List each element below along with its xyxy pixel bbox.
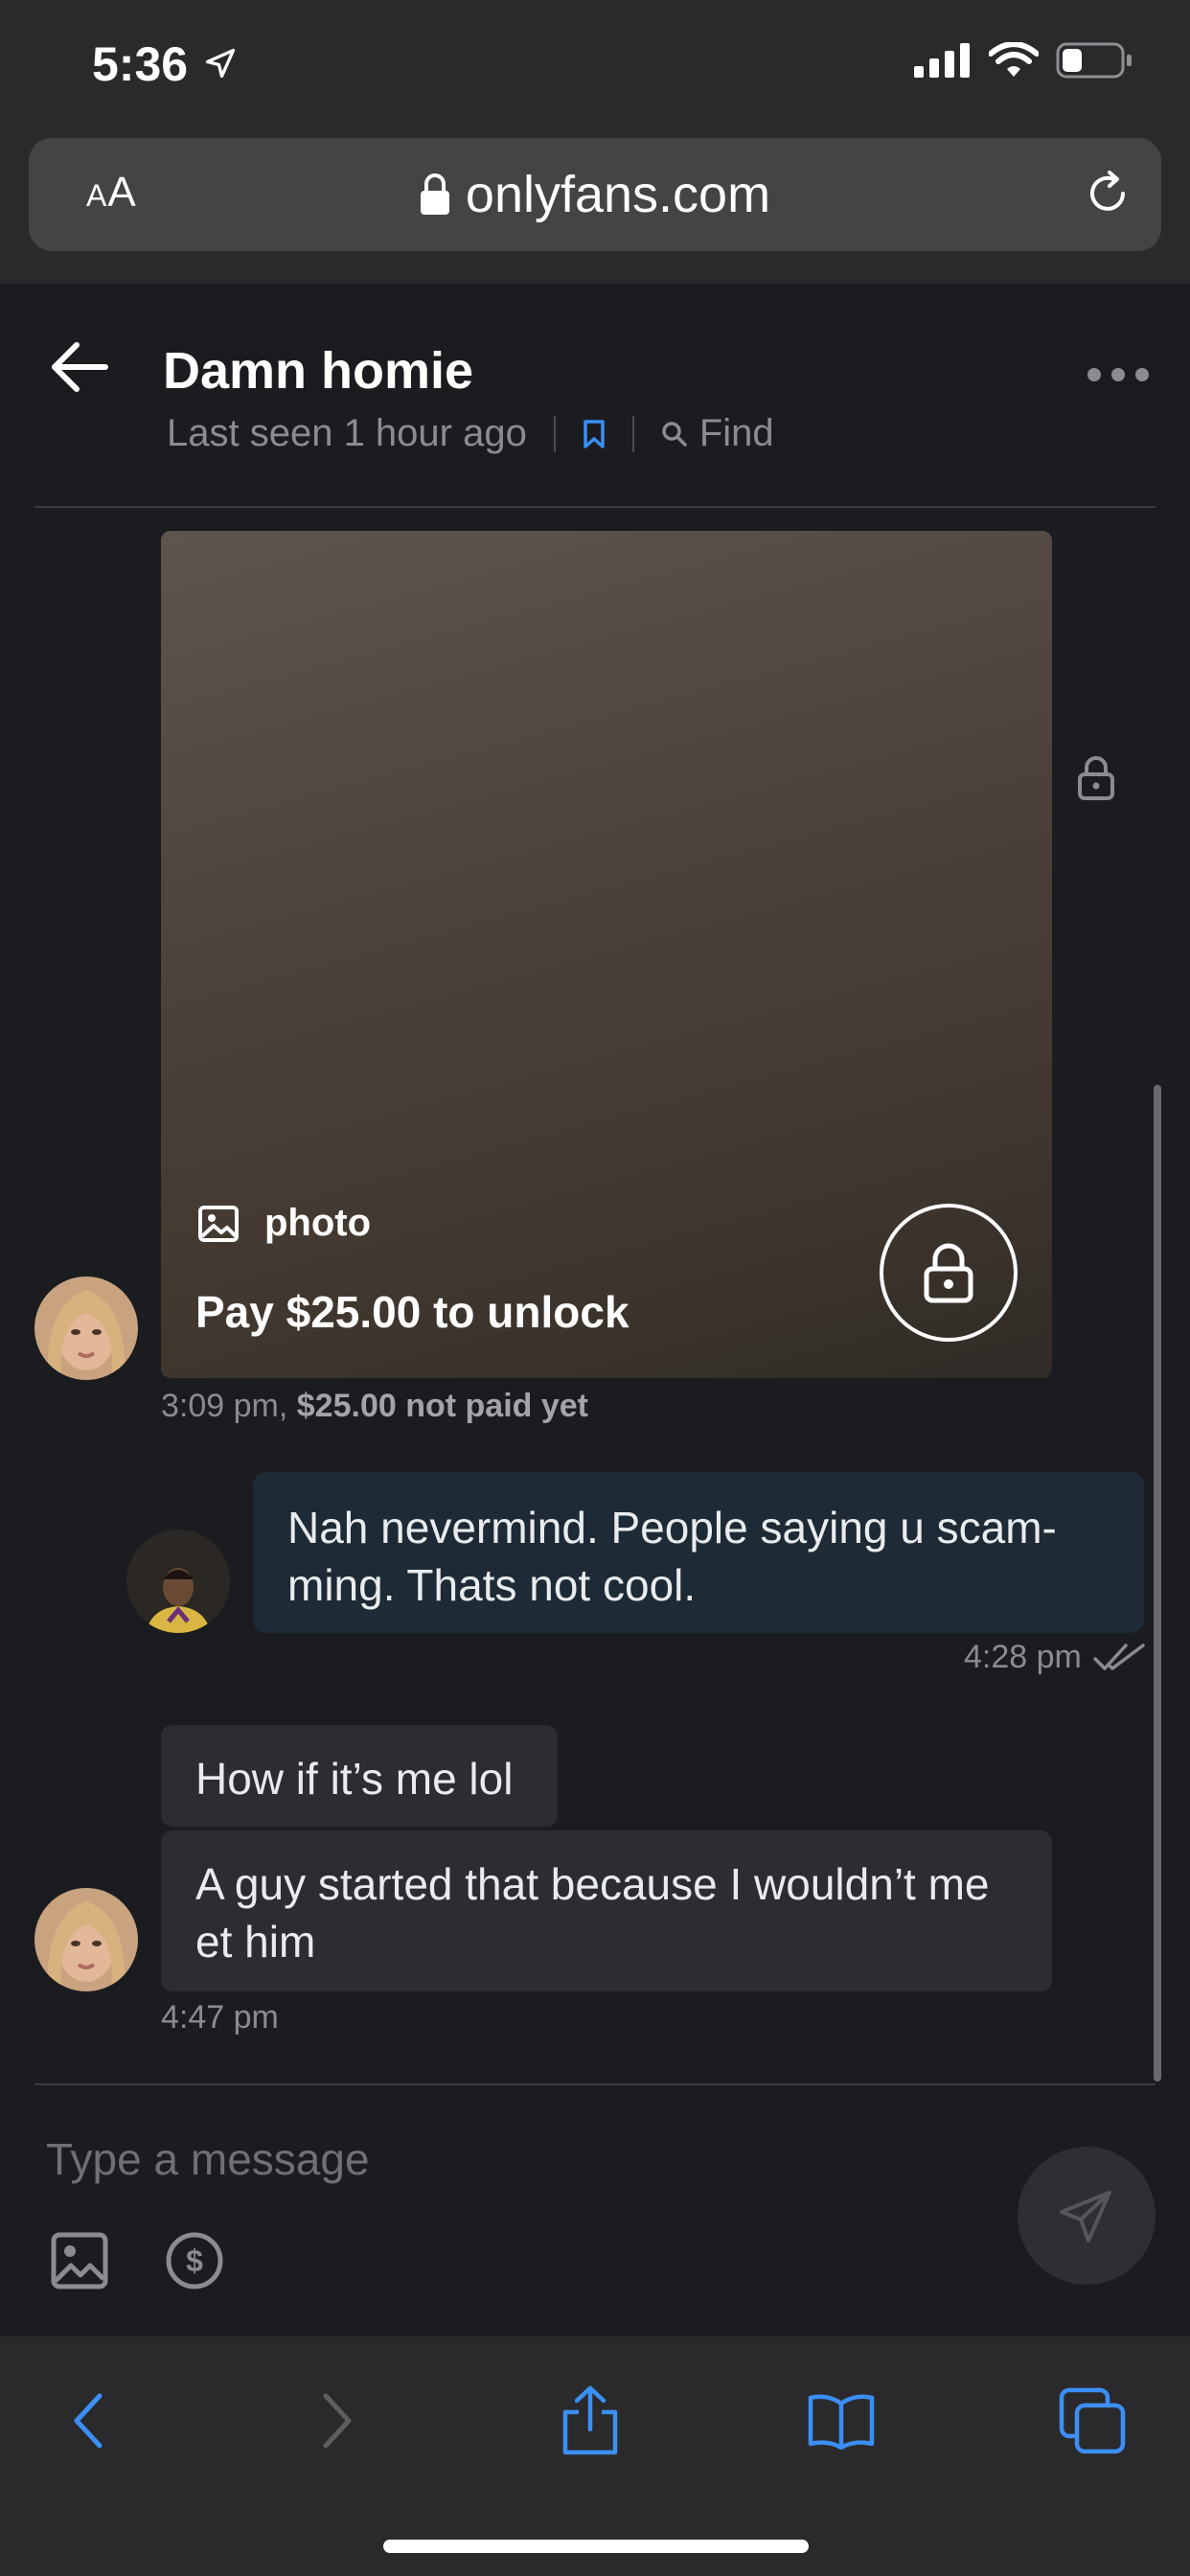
own-avatar[interactable] (126, 1530, 230, 1633)
lock-icon (924, 1243, 973, 1303)
incoming-message-meta: 4:47 pm (161, 1999, 279, 2036)
payment-status: $25.00 not paid yet (296, 1388, 588, 1424)
divider (553, 415, 556, 452)
pay-to-unlock-label[interactable]: Pay $25.00 to unlock (195, 1286, 629, 1338)
address-host[interactable]: onlyfans.com (29, 165, 1161, 224)
tabs-icon (1059, 2387, 1126, 2454)
sender-avatar[interactable] (34, 1888, 138, 1991)
chevron-left-icon (74, 2393, 103, 2449)
tip-dollar-icon[interactable]: $ (165, 2231, 224, 2290)
browser-forward-button[interactable] (299, 2382, 376, 2459)
message-time: 4:28 pm (964, 1639, 1082, 1675)
share-icon (562, 2385, 618, 2455)
back-arrow-icon[interactable] (50, 341, 109, 393)
home-indicator (383, 2540, 809, 2553)
outgoing-message-meta: 4:28 pm (964, 1639, 1147, 1676)
composer-divider (34, 2083, 1156, 2085)
find-label: Find (698, 412, 774, 454)
avatar-image (34, 1888, 138, 1991)
status-icons (914, 42, 1133, 79)
chevron-right-icon (323, 2393, 352, 2449)
locked-photo-message[interactable]: photo Pay $25.00 to unlock (161, 531, 1052, 1378)
address-bar[interactable]: AA onlyfans.com (29, 138, 1161, 251)
bookmarks-button[interactable] (803, 2382, 880, 2459)
status-time: 5:36 (92, 37, 189, 91)
message-text: Nah nevermind. People saying u scam-ming… (287, 1503, 1057, 1610)
message-text: A guy started that because I wouldn’t me… (195, 1859, 990, 1966)
search-icon (662, 421, 687, 447)
locked-photo-meta: 3:09 pm, $25.00 not paid yet (161, 1388, 588, 1425)
wifi-icon (989, 42, 1039, 77)
outgoing-message-bubble[interactable]: Nah nevermind. People saying u scam-ming… (253, 1472, 1144, 1633)
double-check-icon (1093, 1643, 1145, 1670)
image-icon (198, 1205, 239, 1242)
battery-icon (1056, 42, 1132, 79)
incoming-message-bubble[interactable]: How if it’s me lol (161, 1725, 558, 1827)
browser-back-button[interactable] (50, 2382, 126, 2459)
padlock-icon (420, 173, 449, 215)
tabs-button[interactable] (1054, 2382, 1131, 2459)
browser-top-bar: 5:36 AA onlyfans.com (0, 0, 1190, 284)
message-input[interactable]: Type a message (46, 2133, 370, 2185)
incoming-message-bubble[interactable]: A guy started that because I wouldn’t me… (161, 1830, 1052, 1991)
host-text: onlyfans.com (465, 166, 771, 223)
header-divider (34, 506, 1156, 508)
chat-title[interactable]: Damn homie (163, 341, 473, 401)
last-seen-label: Last seen 1 hour ago (167, 412, 527, 454)
avatar-image (126, 1530, 230, 1633)
message-time: 3:09 pm, (161, 1388, 288, 1424)
chat-scrollbar[interactable] (1154, 1085, 1161, 2082)
cellular-signal-icon (914, 43, 970, 78)
svg-text:$: $ (186, 2243, 203, 2278)
media-type-label: photo (197, 1202, 371, 1245)
attach-image-icon[interactable] (50, 2231, 109, 2290)
sender-avatar[interactable] (34, 1276, 138, 1380)
unlock-button[interactable] (880, 1204, 1018, 1342)
chat-subline: Last seen 1 hour ago Find (167, 412, 774, 455)
open-book-icon (808, 2394, 875, 2450)
send-button[interactable] (1018, 2147, 1156, 2285)
media-type-text: photo (264, 1202, 372, 1244)
message-time: 4:47 pm (161, 1999, 279, 2036)
avatar-image (34, 1276, 138, 1380)
bookmark-icon[interactable] (583, 419, 606, 449)
share-button[interactable] (552, 2382, 629, 2459)
locked-indicator-icon (1078, 756, 1114, 800)
find-button[interactable]: Find (661, 412, 774, 455)
more-options-icon[interactable] (1085, 360, 1152, 389)
paper-plane-icon (1060, 2191, 1111, 2242)
message-text: How if it’s me lol (195, 1754, 514, 1804)
divider (631, 415, 634, 452)
reload-icon[interactable] (1081, 167, 1134, 220)
location-arrow-icon (205, 48, 236, 79)
browser-bottom-toolbar (0, 2336, 1190, 2576)
chat-header: Damn homie Last seen 1 hour ago Find (0, 284, 1190, 508)
